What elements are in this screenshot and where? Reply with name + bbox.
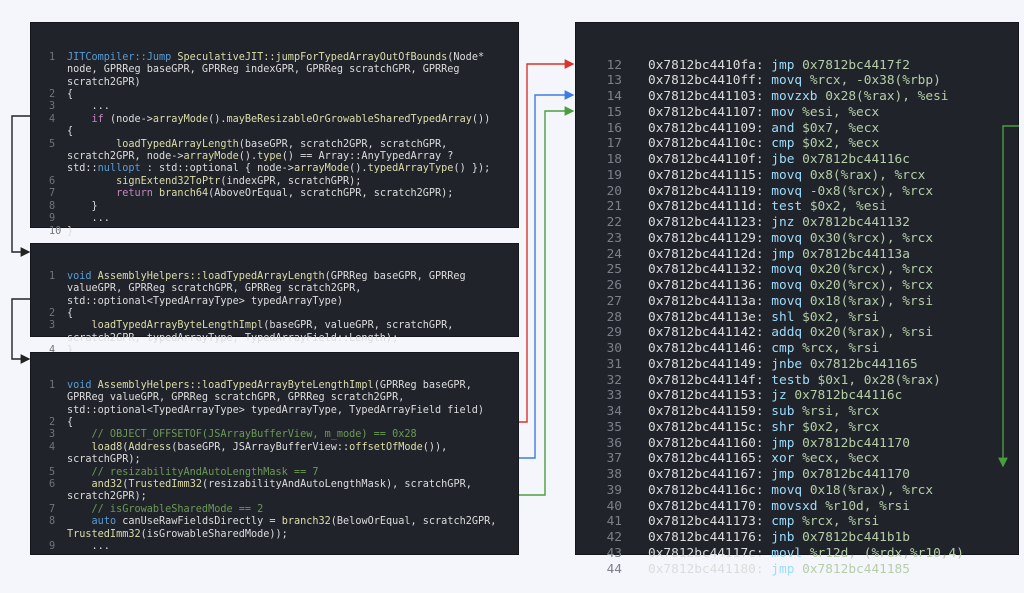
jump-arrow-jbe [1002,125,1019,465]
flow-arrows [11,59,1019,496]
call-arrow-length-to-impl [11,298,31,364]
mapping-arrow-load8 [519,59,575,423]
call-arrow-jump-to-length [11,115,31,257]
